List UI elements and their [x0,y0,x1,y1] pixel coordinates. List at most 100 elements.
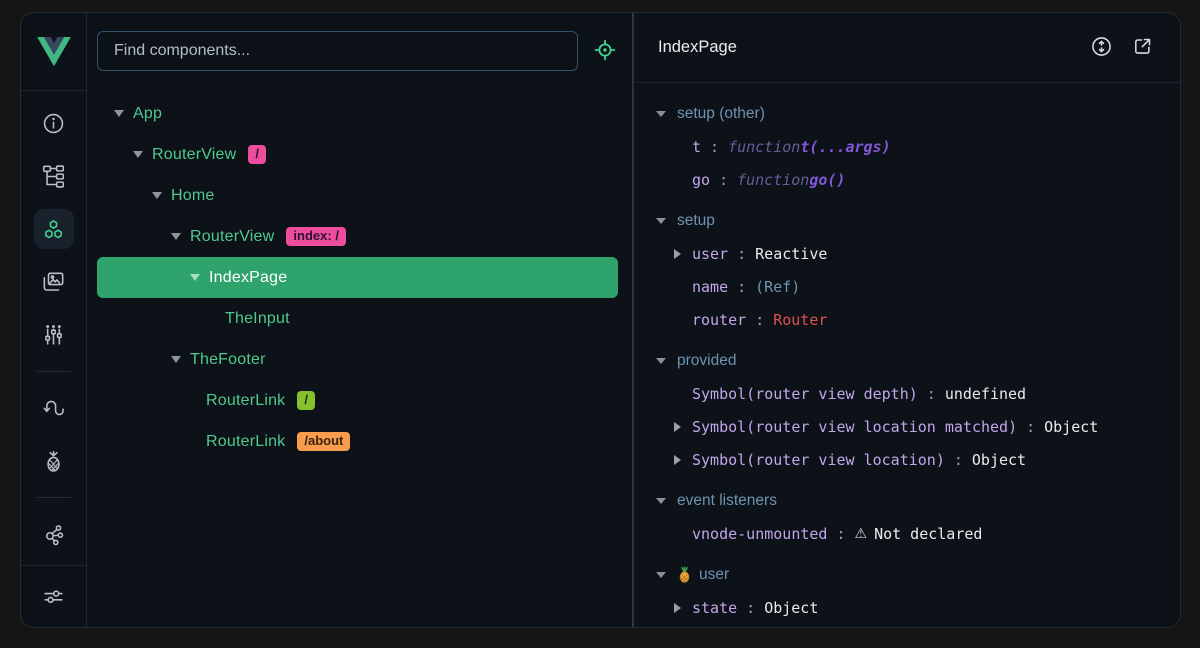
section-provided: provided Symbol(router view depth): undefi… [656,344,1180,476]
tree-node-app[interactable]: App [97,93,618,134]
sidebar [21,13,87,627]
inspector-header: IndexPage [634,13,1180,83]
expander-icon[interactable] [133,151,143,158]
section-user: user state:Objectgetters:Object [656,558,1180,627]
component-name: RouterLink [206,392,285,410]
section-event-listeners: event listenersvnode-unmounted:⚠Not decl… [656,484,1180,550]
state-item-go[interactable]: go:function go() [656,163,1180,196]
autoscroll-icon [1090,35,1113,61]
state-key: user [692,245,728,263]
scroll-to-component-button[interactable] [1090,35,1113,61]
sidebar-item-graph[interactable] [34,514,74,554]
sidebar-bottom [21,565,86,627]
tree-node-routerview[interactable]: RouterViewindex: / [97,216,618,257]
colon-separator: : [719,171,728,189]
colon-separator: : [927,385,936,403]
expander-icon[interactable] [656,111,666,117]
section-header-user[interactable]: user [656,558,1180,591]
tree-node-indexpage[interactable]: IndexPage [97,257,618,298]
state-key: Symbol(router view location matched) [692,418,1017,436]
warning-icon: ⚠ [855,526,868,542]
target-icon [592,37,618,66]
graph-icon [41,522,66,547]
sidebar-item-pages[interactable] [34,156,74,196]
colon-separator: : [836,525,845,543]
section-label: user [699,566,729,584]
section-header-setup[interactable]: setup [656,204,1180,237]
section-header-event-listeners[interactable]: event listeners [656,484,1180,517]
state-item-symbol-router-view-location[interactable]: Symbol(router view location):Object [656,443,1180,476]
colon-separator: : [746,599,755,617]
tree-node-theinput[interactable]: TheInput [97,298,618,339]
state-item-name[interactable]: name: (Ref) [656,270,1180,303]
state-value: t(...args) [800,138,890,156]
open-in-editor-icon [1131,35,1154,61]
sidebar-item-timeline[interactable] [34,315,74,355]
search-input[interactable] [112,41,563,61]
expander-icon[interactable] [171,356,181,363]
state-value: function [728,138,800,156]
inspector-panel: IndexPage [632,13,1180,627]
state-key: vnode-unmounted [692,525,827,543]
section-header-provided[interactable]: provided [656,344,1180,377]
component-name: TheFooter [190,351,266,369]
sidebar-item-settings[interactable] [34,577,74,617]
open-in-editor-button[interactable] [1131,35,1154,61]
tree-node-routerlink[interactable]: RouterLink/about [97,421,618,462]
router-icon [41,396,66,421]
state-item-user[interactable]: user:Reactive [656,237,1180,270]
component-name: IndexPage [209,269,287,287]
state-key: t [692,138,701,156]
expander-icon[interactable] [152,192,162,199]
state-key: name [692,278,728,296]
pinia-icon [41,449,66,474]
section-header-setup-other[interactable]: setup (other) [656,97,1180,130]
expander-icon[interactable] [656,498,666,504]
route-badge: index: / [286,227,346,247]
route-badge: /about [297,432,350,452]
section-setup-other: setup (other)t:function t(...args)go:fun… [656,97,1180,196]
inspect-component-button[interactable] [592,38,618,64]
vue-logo [21,13,86,91]
tree-node-routerlink[interactable]: RouterLink/ [97,380,618,421]
state-item-getters[interactable]: getters:Object [656,624,1180,627]
overview-icon [41,111,66,136]
expand-arrow-icon[interactable] [674,455,692,465]
timeline-icon [41,323,66,348]
state-value: undefined [945,385,1026,403]
tree-node-routerview[interactable]: RouterView/ [97,134,618,175]
state-value: Reactive [755,245,827,263]
component-tree-panel: AppRouterView/HomeRouterViewindex: / Inde… [87,13,632,627]
state-key: Symbol(router view depth) [692,385,918,403]
sidebar-item-router[interactable] [34,388,74,428]
expand-arrow-icon[interactable] [674,422,692,432]
expand-arrow-icon[interactable] [674,603,692,613]
sidebar-item-assets[interactable] [34,262,74,302]
pages-icon [41,164,66,189]
state-item-router[interactable]: router:Router [656,303,1180,336]
state-item-t[interactable]: t:function t(...args) [656,130,1180,163]
state-sections: setup (other)t:function t(...args)go:fun… [634,83,1180,627]
state-key: Symbol(router view location) [692,451,945,469]
expander-icon[interactable] [656,572,666,578]
assets-icon [41,270,66,295]
search-box[interactable] [97,31,578,71]
expander-icon[interactable] [190,274,200,281]
tree-node-home[interactable]: Home [97,175,618,216]
sidebar-item-pinia[interactable] [34,441,74,481]
state-item-vnode-unmounted[interactable]: vnode-unmounted:⚠Not declared [656,517,1180,550]
search-row [87,13,632,71]
expander-icon[interactable] [656,358,666,364]
state-item-symbol-router-view-depth[interactable]: Symbol(router view depth): undefined [656,377,1180,410]
expander-icon[interactable] [656,218,666,224]
sidebar-item-components[interactable] [34,209,74,249]
expander-icon[interactable] [171,233,181,240]
expand-arrow-icon[interactable] [674,249,692,259]
expander-icon[interactable] [114,110,124,117]
tree-node-thefooter[interactable]: TheFooter [97,339,618,380]
section-label: setup [677,212,715,230]
colon-separator: : [954,451,963,469]
sidebar-item-overview[interactable] [34,103,74,143]
state-item-symbol-router-view-location-matched[interactable]: Symbol(router view location matched):Obj… [656,410,1180,443]
state-item-state[interactable]: state:Object [656,591,1180,624]
